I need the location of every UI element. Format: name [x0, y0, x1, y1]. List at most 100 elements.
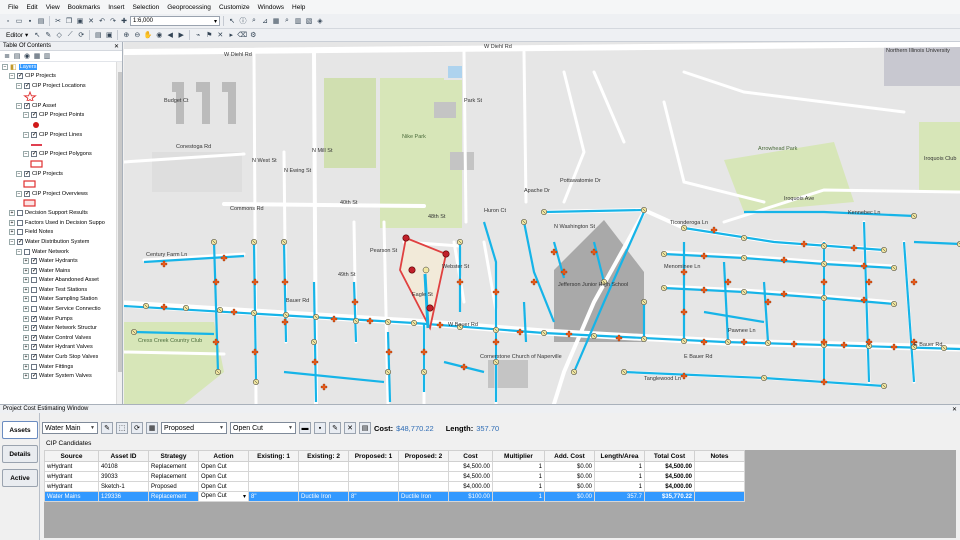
layer-visibility-checkbox[interactable] [31, 363, 37, 370]
create-features-icon[interactable]: ▣ [104, 30, 114, 40]
delete-icon[interactable]: ✕ [86, 16, 96, 26]
expand-icon[interactable]: + [9, 219, 15, 226]
table-cell[interactable]: Replacement [148, 461, 199, 472]
layer-visibility-checkbox[interactable]: ✓ [31, 151, 37, 158]
layer-visibility-checkbox[interactable]: ✓ [31, 267, 37, 274]
remove-icon[interactable]: ✕ [344, 422, 356, 434]
table-cell[interactable]: $0.00 [544, 481, 595, 492]
save-icon[interactable]: ▪ [25, 16, 35, 26]
table-cell[interactable]: Open Cut [198, 481, 249, 492]
clear-icon[interactable]: ⌫ [237, 30, 247, 40]
method-dropdown[interactable]: Open Cut ▼ [230, 422, 296, 434]
table-cell[interactable]: 1 [594, 481, 645, 492]
table-cell[interactable]: $35,770.22 [644, 491, 695, 502]
undo-icon[interactable]: ↶ [97, 16, 107, 26]
layer-visibility-checkbox[interactable]: ✓ [24, 82, 30, 89]
editor-menu[interactable]: Editor ▾ [3, 31, 31, 40]
rotate-icon[interactable]: ⟳ [76, 30, 86, 40]
table-cell[interactable]: 1 [492, 471, 545, 482]
expand-icon[interactable]: + [23, 296, 29, 303]
toc-layer-row[interactable]: − Water Network [0, 247, 122, 257]
layer-visibility-checkbox[interactable]: ✓ [31, 354, 37, 361]
paste-icon[interactable]: ▣ [75, 16, 85, 26]
table-cell[interactable] [694, 481, 745, 492]
toc-layer-row[interactable]: + Water Abandoned Asset [0, 276, 122, 286]
delete-icon[interactable]: ▬ [299, 422, 311, 434]
table-cell[interactable]: 39033 [98, 471, 149, 482]
forward-extent-icon[interactable]: ▶ [176, 30, 186, 40]
list-by-source-icon[interactable]: ▤ [13, 52, 21, 60]
toc-layer-row[interactable]: + ✓ Water Network Structur [0, 323, 122, 333]
table-cell[interactable] [694, 471, 745, 482]
toc-layer-row[interactable]: + Water Test Stations [0, 285, 122, 295]
table-cell[interactable] [398, 481, 449, 492]
expand-icon[interactable]: + [23, 373, 29, 380]
column-header[interactable]: Notes [694, 450, 745, 462]
table-cell[interactable]: 1 [594, 471, 645, 482]
collapse-icon[interactable]: − [16, 82, 22, 89]
options-icon[interactable]: ▥ [43, 52, 51, 60]
catalog-icon[interactable]: ▦ [271, 16, 281, 26]
close-icon[interactable]: ✕ [952, 406, 957, 413]
table-cell[interactable]: 1 [492, 481, 545, 492]
toc-layer-row[interactable]: + ✓ Water System Valves [0, 371, 122, 381]
toc-layer-row[interactable]: + ✓ Water Pumps [0, 314, 122, 324]
layer-visibility-checkbox[interactable] [31, 306, 37, 313]
layer-visibility-checkbox[interactable]: ✓ [31, 258, 37, 265]
table-cell[interactable]: wHydrant [44, 461, 99, 472]
column-header[interactable]: Source [44, 450, 99, 462]
column-header[interactable]: Multiplier [492, 450, 545, 462]
layer-visibility-checkbox[interactable]: ✓ [31, 315, 37, 322]
expand-icon[interactable]: + [23, 354, 29, 361]
layer-visibility-checkbox[interactable] [31, 296, 37, 303]
table-cell[interactable]: $100.00 [448, 491, 493, 502]
toc-layer-row[interactable]: − ✓ CIP Asset [0, 101, 122, 111]
table-cell[interactable] [248, 471, 299, 482]
pan-icon[interactable]: ✋ [143, 30, 153, 40]
menu-item-windows[interactable]: Windows [254, 4, 288, 11]
back-extent-icon[interactable]: ◀ [165, 30, 175, 40]
table-row[interactable]: wHydrant Sketch-1 Proposed Open Cut $4,000.0… [44, 481, 745, 492]
column-header[interactable]: Asset ID [98, 450, 149, 462]
toc-layer-row[interactable]: − ✓ CIP Project Polygons [0, 150, 122, 160]
model-builder-icon[interactable]: ◈ [315, 16, 325, 26]
table-cell[interactable]: 1 [594, 461, 645, 472]
close-icon[interactable]: ✕ [114, 43, 119, 50]
table-cell[interactable]: wHydrant [44, 471, 99, 482]
table-cell[interactable]: $4,000.00 [448, 481, 493, 492]
table-cell[interactable]: 129336 [98, 491, 149, 502]
toc-layer-row[interactable]: + ✓ Water Hydrants [0, 256, 122, 266]
layer-visibility-checkbox[interactable] [24, 248, 30, 255]
table-row[interactable]: Water Mains 129336 Replacement Open Cut ▾ 8" D… [44, 491, 745, 502]
python-icon[interactable]: ▧ [304, 16, 314, 26]
expand-icon[interactable]: + [23, 334, 29, 341]
list-by-visibility-icon[interactable]: ◉ [23, 52, 31, 60]
toc-layer-row[interactable]: + Field Notes [0, 228, 122, 238]
table-cell[interactable]: $0.00 [544, 461, 595, 472]
trace-icon[interactable]: ⌁ [193, 30, 203, 40]
menu-item-geoprocessing[interactable]: Geoprocessing [163, 4, 215, 11]
toc-layer-row[interactable]: − ✓ CIP Projects [0, 72, 122, 82]
column-header[interactable]: Existing: 1 [248, 450, 299, 462]
table-cell[interactable]: Ductile Iron [398, 491, 449, 502]
expand-icon[interactable]: + [23, 258, 29, 265]
column-header[interactable]: Add. Cost [544, 450, 595, 462]
menu-item-selection[interactable]: Selection [128, 4, 163, 11]
menu-item-customize[interactable]: Customize [215, 4, 254, 11]
column-header[interactable]: Action [198, 450, 249, 462]
toc-layer-row[interactable]: + Water Service Connectio [0, 304, 122, 314]
table-cell[interactable]: 357.7 [594, 491, 645, 502]
menu-item-bookmarks[interactable]: Bookmarks [64, 4, 105, 11]
table-cell[interactable] [348, 481, 399, 492]
redo-icon[interactable]: ↷ [108, 16, 118, 26]
find-icon[interactable]: ⌕ [249, 16, 259, 26]
table-cell[interactable]: Replacement [148, 471, 199, 482]
solve-icon[interactable]: ▸ [226, 30, 236, 40]
expand-icon[interactable]: + [23, 363, 29, 370]
table-cell[interactable] [248, 461, 299, 472]
collapse-icon[interactable]: − [9, 238, 15, 245]
table-cell[interactable] [398, 461, 449, 472]
layer-visibility-checkbox[interactable] [17, 229, 23, 236]
barrier-icon[interactable]: ✕ [215, 30, 225, 40]
table-cell[interactable]: Sketch-1 [98, 481, 149, 492]
